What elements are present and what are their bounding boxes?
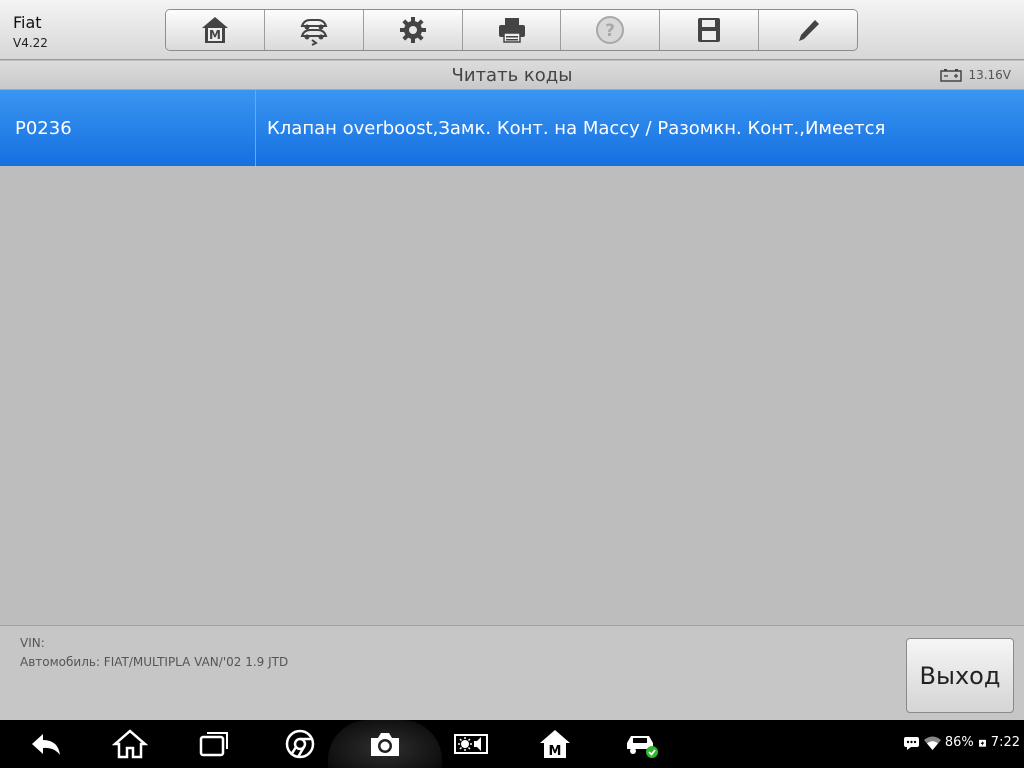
app-version: V4.22: [13, 36, 48, 50]
svg-text:M: M: [209, 28, 221, 42]
print-button[interactable]: [462, 10, 562, 50]
home-m-icon: M: [201, 17, 228, 43]
car-connected-icon: [627, 736, 658, 758]
exit-button[interactable]: Выход: [906, 638, 1014, 713]
home-nav-button[interactable]: [102, 720, 158, 768]
edit-button[interactable]: [759, 10, 857, 50]
help-icon: ?: [596, 16, 625, 44]
maxisys-home-button[interactable]: M: [527, 720, 583, 768]
main-toolbar: M ?: [165, 9, 858, 51]
brightness-volume-icon: [454, 734, 488, 754]
system-nav-bar: M 86% 7:22: [0, 720, 1024, 768]
chat-icon: [903, 736, 919, 750]
recent-apps-icon: [199, 732, 228, 757]
chrome-icon: [285, 729, 315, 759]
recent-apps-button[interactable]: [186, 720, 242, 768]
gear-icon: [399, 17, 426, 43]
app-name: Fiat: [13, 13, 42, 32]
home-button[interactable]: M: [166, 10, 265, 50]
battery-voltage: 13.16V: [940, 68, 1011, 82]
dtc-description: Клапан overboost,Замк. Конт. на Массу / …: [267, 117, 886, 139]
status-area: 86% 7:22: [903, 735, 1020, 750]
title-bar: Читать коды 13.16V: [0, 61, 1024, 90]
top-bar: Fiat V4.22 M ?: [0, 0, 1024, 60]
save-icon: [698, 18, 721, 42]
vehicle-swap-button[interactable]: [264, 10, 364, 50]
dtc-list: P0236 Клапан overboost,Замк. Конт. на Ма…: [0, 90, 1024, 166]
screenshot-button[interactable]: [357, 720, 413, 768]
brightness-volume-button[interactable]: [443, 720, 499, 768]
help-button[interactable]: ?: [561, 10, 661, 50]
svg-text:M: M: [549, 744, 562, 759]
battery-percent: 86%: [944, 735, 974, 750]
dtc-code: P0236: [0, 90, 256, 166]
browser-button[interactable]: [272, 720, 328, 768]
clock: 7:22: [990, 735, 1020, 750]
table-row[interactable]: P0236 Клапан overboost,Замк. Конт. на Ма…: [0, 90, 1024, 166]
battery-charging-icon: [978, 739, 986, 747]
vehicle-swap-icon: [300, 19, 328, 46]
printer-icon: [498, 18, 525, 43]
svg-text:?: ?: [605, 21, 615, 41]
back-button[interactable]: [18, 720, 74, 768]
pencil-icon: [799, 20, 820, 41]
page-title: Читать коды: [451, 65, 573, 86]
voltage-value: 13.16V: [968, 68, 1011, 82]
camera-icon: [371, 733, 399, 756]
vehicle-info: Автомобиль: FIAT/MULTIPLA VAN/'02 1.9 JT…: [20, 655, 289, 669]
home-icon: [112, 729, 148, 759]
settings-button[interactable]: [363, 10, 463, 50]
car-battery-icon: [940, 68, 963, 82]
wifi-icon: [923, 736, 941, 750]
save-button[interactable]: [660, 10, 760, 50]
home-m-icon: M: [540, 730, 570, 759]
vci-status-button[interactable]: [613, 720, 669, 768]
vin-label: VIN:: [20, 636, 45, 650]
vehicle-info-bar: VIN: Автомобиль: FIAT/MULTIPLA VAN/'02 1…: [0, 625, 1024, 720]
back-icon: [32, 734, 60, 755]
